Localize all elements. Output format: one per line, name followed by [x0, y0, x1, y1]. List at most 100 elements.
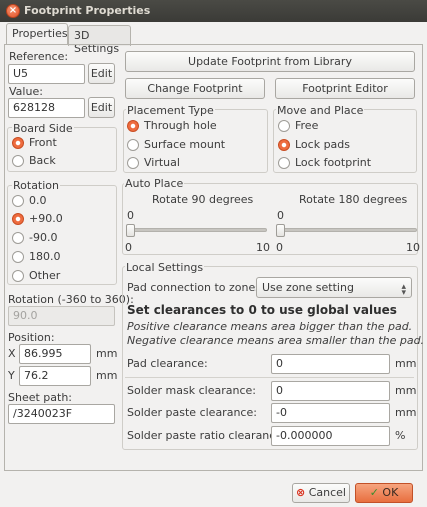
rotate180-slider-track[interactable] [277, 228, 417, 232]
solder-mask-input[interactable]: 0 [271, 381, 390, 401]
radio-icon [127, 119, 139, 132]
solder-mask-unit: mm [395, 384, 417, 397]
radio-icon [278, 138, 290, 151]
rotation-0-radio[interactable]: 0.0 [12, 194, 47, 207]
surface-mount-radio[interactable]: Surface mount [127, 138, 225, 151]
pad-clearance-label: Pad clearance: [127, 357, 208, 370]
rotation-plus90-radio[interactable]: +90.0 [12, 212, 63, 225]
x-label: X [8, 347, 16, 360]
y-label: Y [8, 369, 15, 382]
y-unit-label: mm [96, 369, 118, 382]
board-side-back-radio[interactable]: Back [12, 154, 56, 167]
rotate90-value: 0 [127, 209, 134, 222]
paste-ratio-label: Solder paste ratio clearance: [127, 429, 286, 442]
checkmark-icon: ✓ [369, 486, 379, 499]
radio-icon [12, 136, 24, 149]
move-place-title: Move and Place [276, 104, 365, 117]
close-icon[interactable]: × [6, 4, 20, 18]
position-y-input[interactable]: 76.2 [19, 366, 91, 386]
radio-icon [12, 194, 24, 207]
window-title: Footprint Properties [24, 4, 151, 17]
radio-label: -90.0 [29, 231, 58, 244]
placement-type-title: Placement Type [126, 104, 215, 117]
update-footprint-button[interactable]: Update Footprint from Library [125, 51, 415, 72]
radio-label: Lock pads [295, 138, 351, 151]
value-input[interactable]: 628128 [8, 98, 85, 118]
cancel-button[interactable]: ⊗ Cancel [292, 483, 350, 503]
x-unit-label: mm [96, 347, 118, 360]
tab-3d-settings[interactable]: 3D Settings [68, 25, 131, 55]
position-x-input[interactable]: 86.995 [19, 344, 91, 364]
radio-icon [12, 250, 24, 263]
title-bar: × Footprint Properties [0, 0, 427, 22]
rotation-custom-input: 90.0 [8, 306, 115, 326]
rotation-title: Rotation [12, 179, 61, 192]
radio-label: Through hole [144, 119, 217, 132]
pad-connection-value: Use zone setting [262, 281, 354, 294]
clearance-heading: Set clearances to 0 to use global values [127, 303, 397, 317]
cancel-icon: ⊗ [296, 486, 306, 499]
solder-mask-label: Solder mask clearance: [127, 384, 256, 397]
cancel-label: Cancel [308, 486, 346, 499]
auto-place-title: Auto Place [124, 177, 185, 190]
rotate90-min: 0 [125, 241, 132, 254]
radio-label: Front [29, 136, 57, 149]
board-side-title: Board Side [12, 122, 74, 135]
solder-paste-unit: mm [395, 406, 417, 419]
ok-label: OK [382, 486, 399, 499]
value-edit-button[interactable]: Edit [88, 97, 115, 118]
sheet-path-label: Sheet path: [8, 391, 73, 404]
value-label: Value: [9, 85, 43, 98]
radio-label: Back [29, 154, 56, 167]
radio-label: 180.0 [29, 250, 61, 263]
separator [125, 377, 414, 378]
rotate90-label: Rotate 90 degrees [152, 193, 254, 206]
pad-connection-select[interactable]: Use zone setting ▴ ▾ [256, 277, 412, 298]
reference-input[interactable]: U5 [8, 64, 85, 84]
tab-properties[interactable]: Properties [6, 23, 68, 45]
pad-clearance-input[interactable]: 0 [271, 354, 390, 374]
radio-icon [12, 154, 24, 167]
tab-label: Properties [12, 27, 68, 40]
rotate180-label: Rotate 180 degrees [299, 193, 408, 206]
radio-label: Free [295, 119, 319, 132]
solder-paste-label: Solder paste clearance: [127, 406, 257, 419]
paste-ratio-input[interactable]: -0.000000 [271, 426, 390, 446]
rotate90-slider-track[interactable] [127, 228, 267, 232]
sheet-path-input[interactable]: /3240023F [8, 404, 115, 424]
radio-icon [12, 231, 24, 244]
free-radio[interactable]: Free [278, 119, 318, 132]
virtual-radio[interactable]: Virtual [127, 156, 180, 169]
radio-icon [278, 119, 290, 132]
radio-label: +90.0 [29, 212, 63, 225]
reference-edit-button[interactable]: Edit [88, 63, 115, 84]
radio-icon [127, 156, 139, 169]
pad-clearance-unit: mm [395, 357, 417, 370]
radio-icon [127, 138, 139, 151]
rotate180-min: 0 [276, 241, 283, 254]
clearance-note-positive: Positive clearance means area bigger tha… [127, 320, 413, 333]
rotation-180-radio[interactable]: 180.0 [12, 250, 61, 263]
solder-paste-input[interactable]: -0 [271, 403, 390, 423]
rotate90-max: 10 [256, 241, 270, 254]
reference-label: Reference: [9, 50, 69, 63]
radio-label: 0.0 [29, 194, 47, 207]
lock-footprint-radio[interactable]: Lock footprint [278, 156, 371, 169]
through-hole-radio[interactable]: Through hole [127, 119, 217, 132]
ok-button[interactable]: ✓ OK [355, 483, 413, 503]
board-side-front-radio[interactable]: Front [12, 136, 57, 149]
pad-connection-label: Pad connection to zones: [127, 281, 265, 294]
change-footprint-button[interactable]: Change Footprint [125, 78, 265, 99]
rotation-other-radio[interactable]: Other [12, 269, 60, 282]
rotate180-slider-handle[interactable] [276, 224, 285, 237]
lock-pads-radio[interactable]: Lock pads [278, 138, 350, 151]
radio-label: Virtual [144, 156, 180, 169]
paste-ratio-unit: % [395, 429, 406, 442]
radio-label: Lock footprint [295, 156, 372, 169]
rotation-custom-label: Rotation (-360 to 360): [8, 293, 134, 306]
footprint-editor-button[interactable]: Footprint Editor [275, 78, 415, 99]
rotation-minus90-radio[interactable]: -90.0 [12, 231, 57, 244]
chevron-down-icon: ▾ [401, 288, 406, 298]
position-label: Position: [8, 331, 55, 344]
rotate90-slider-handle[interactable] [126, 224, 135, 237]
